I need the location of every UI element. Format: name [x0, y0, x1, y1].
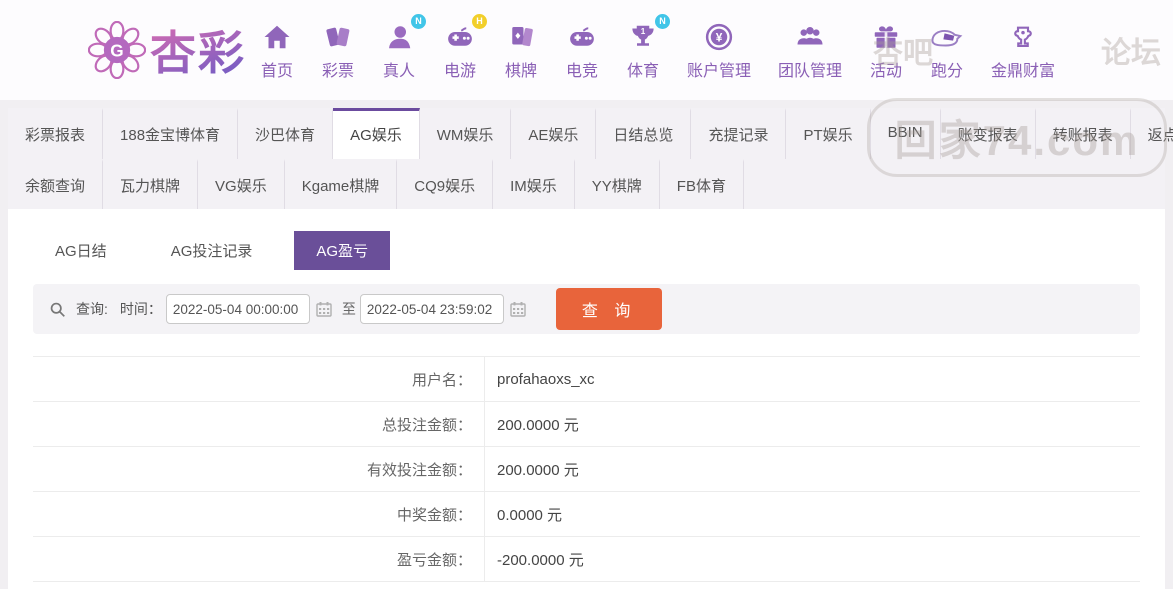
nav-item-jinding-wealth[interactable]: 金鼎财富 — [991, 20, 1055, 81]
tab-balance-query[interactable]: 余额查询 — [8, 159, 104, 209]
row-value: 200.0000 元 — [497, 461, 579, 479]
nav-item-promotions[interactable]: 活动 — [869, 20, 903, 81]
trophy-icon: 1 N — [626, 13, 670, 54]
ag-subtabs: AG日结 AG投注记录 AG盈亏 — [33, 231, 1140, 270]
row-value: 200.0000 元 — [497, 416, 579, 434]
tab-daily-overview[interactable]: 日结总览 — [596, 108, 692, 159]
tab-188-sports[interactable]: 188金宝博体育 — [103, 108, 239, 159]
table-row-winnings: 中奖金额： 0.0000 元 — [33, 492, 1140, 537]
calendar-icon[interactable] — [510, 301, 526, 317]
table-row-username: 用户名： profahaoxs_xc — [33, 357, 1140, 402]
tab-account-change-report[interactable]: 账变报表 — [941, 108, 1036, 159]
row-value: profahaoxs_xc — [497, 370, 595, 388]
tab-shaba-sports[interactable]: 沙巴体育 — [238, 108, 334, 159]
nav-item-egames[interactable]: H 电游 — [443, 13, 487, 81]
search-icon — [49, 301, 66, 318]
subtab-ag-daily[interactable]: AG日结 — [33, 231, 129, 270]
row-value: 0.0000 元 — [497, 506, 563, 524]
tab-lottery-report[interactable]: 彩票报表 — [8, 108, 104, 159]
tab-fb-sports[interactable]: FB体育 — [660, 159, 744, 209]
team-icon — [793, 20, 827, 54]
query-submit-button[interactable]: 查 询 — [555, 288, 663, 330]
tab-vg-entertainment[interactable]: VG娱乐 — [198, 159, 285, 209]
datetime-from-input[interactable] — [165, 294, 310, 324]
home-icon — [260, 20, 294, 54]
ag-report-panel: AG日结 AG投注记录 AG盈亏 查询: 时间： 至 — [8, 209, 1165, 589]
hot-badge: H — [472, 13, 487, 29]
date-range-separator: 至 — [341, 301, 356, 317]
report-tabbar: 彩票报表 188金宝博体育 沙巴体育 AG娱乐 WM娱乐 AE娱乐 日结总览 充… — [8, 108, 1173, 209]
tab-kgame-cards[interactable]: Kgame棋牌 — [285, 159, 398, 209]
nav-item-home[interactable]: 首页 — [260, 20, 294, 81]
subtab-ag-profit-loss[interactable]: AG盈亏 — [294, 231, 391, 270]
row-label: 有效投注金额： — [33, 447, 485, 491]
datetime-to-input[interactable] — [359, 294, 504, 324]
tabrow-2: 余额查询 瓦力棋牌 VG娱乐 Kgame棋牌 CQ9娱乐 IM娱乐 YY棋牌 F… — [8, 159, 1165, 209]
table-row-valid-bet: 有效投注金额： 200.0000 元 — [33, 447, 1140, 492]
nav-item-team-management[interactable]: 团队管理 — [778, 20, 842, 81]
tab-ag-entertainment[interactable]: AG娱乐 — [333, 108, 420, 159]
row-label: 用户名： — [33, 357, 485, 401]
tickets-icon — [321, 20, 355, 54]
logo-text: 杏彩 — [150, 17, 246, 83]
gift-icon — [869, 20, 903, 54]
tab-pt-entertainment[interactable]: PT娱乐 — [786, 108, 871, 159]
cards-icon — [504, 20, 538, 54]
tabrow-1: 彩票报表 188金宝博体育 沙巴体育 AG娱乐 WM娱乐 AE娱乐 日结总览 充… — [8, 108, 1173, 159]
tab-wali-cards[interactable]: 瓦力棋牌 — [103, 159, 199, 209]
subtab-ag-bet-records[interactable]: AG投注记录 — [149, 231, 275, 270]
row-label: 总投注金额： — [33, 402, 485, 446]
watermark-text-right: 论坛 — [1101, 37, 1161, 70]
svg-text:G: G — [110, 40, 123, 60]
gamepad-icon — [565, 20, 599, 54]
nav-item-account-management[interactable]: ¥ 账户管理 — [687, 20, 751, 81]
yen-coin-icon: ¥ — [702, 20, 736, 54]
logo-flower-icon: G — [88, 21, 146, 79]
tab-cq9-entertainment[interactable]: CQ9娱乐 — [397, 159, 494, 209]
query-bar: 查询: 时间： 至 查 询 — [33, 284, 1140, 334]
nav-item-lottery[interactable]: 彩票 — [321, 20, 355, 81]
tab-im-entertainment[interactable]: IM娱乐 — [493, 159, 575, 209]
svg-text:1: 1 — [641, 26, 646, 35]
profit-loss-table: 用户名： profahaoxs_xc 总投注金额： 200.0000 元 有效投… — [33, 356, 1140, 582]
svg-text:¥: ¥ — [716, 30, 723, 44]
main-nav: 首页 彩票 N 真人 H 电游 棋牌 电竞 1 N 体育 ¥ 账户管理 团队管理… — [260, 13, 1082, 81]
nav-item-paofen[interactable]: 跑分 — [930, 20, 964, 81]
tab-bbin[interactable]: BBIN — [871, 108, 941, 159]
urn-icon — [1006, 20, 1040, 54]
tab-wm-entertainment[interactable]: WM娱乐 — [420, 108, 512, 159]
row-value: -200.0000 元 — [497, 551, 584, 569]
person-icon: N — [382, 13, 426, 54]
nav-item-cards[interactable]: 棋牌 — [504, 20, 538, 81]
new-badge: N — [411, 13, 426, 29]
query-label: 查询: — [76, 301, 108, 317]
time-label: 时间： — [119, 301, 162, 317]
tab-transfer-report[interactable]: 转账报表 — [1036, 108, 1131, 159]
rhino-icon — [930, 20, 964, 54]
row-label: 盈亏金额： — [33, 537, 485, 581]
nav-item-esports[interactable]: 电竞 — [565, 20, 599, 81]
nav-item-sports[interactable]: 1 N 体育 — [626, 13, 670, 81]
nav-item-live[interactable]: N 真人 — [382, 13, 426, 81]
table-row-profit-loss: 盈亏金额： -200.0000 元 — [33, 537, 1140, 582]
calendar-icon[interactable] — [316, 301, 332, 317]
tab-ae-entertainment[interactable]: AE娱乐 — [511, 108, 597, 159]
new-badge: N — [655, 13, 670, 29]
row-label: 中奖金额： — [33, 492, 485, 536]
site-logo[interactable]: G 杏彩 — [88, 17, 246, 83]
tab-yy-cards[interactable]: YY棋牌 — [575, 159, 660, 209]
tab-deposit-withdraw-records[interactable]: 充提记录 — [691, 108, 787, 159]
header: G 杏彩 首页 彩票 N 真人 H 电游 棋牌 电竞 1 N 体育 ¥ 账户管理… — [0, 0, 1173, 177]
table-row-total-bet: 总投注金额： 200.0000 元 — [33, 402, 1140, 447]
tab-rebate-total[interactable]: 返点总额 — [1131, 108, 1173, 159]
gamepad-icon: H — [443, 13, 487, 54]
